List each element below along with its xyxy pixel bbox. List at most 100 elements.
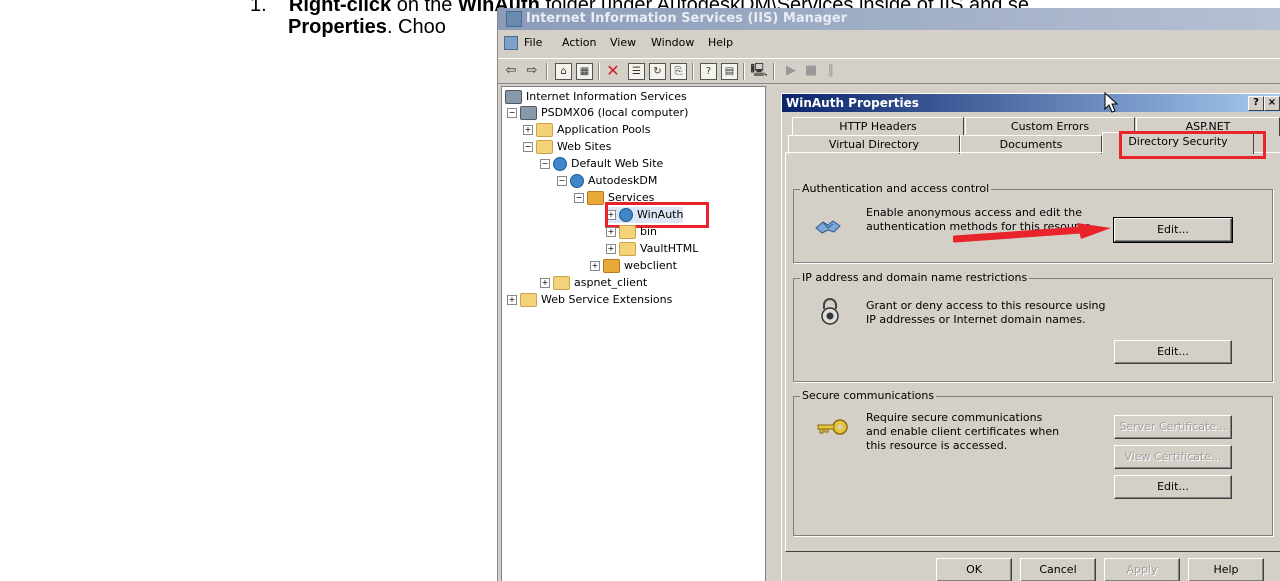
auth-edit-button[interactable]: Edit... xyxy=(1113,217,1233,243)
folder-icon xyxy=(553,276,570,290)
up-folder-icon[interactable]: ⌂ xyxy=(555,63,572,80)
directory-security-highlight-box xyxy=(1119,131,1266,159)
refresh-icon[interactable]: ↻ xyxy=(649,63,666,80)
toolbar-separator xyxy=(598,63,600,80)
toolbar: ⇦ ⇨ ⌂ ▦ ✕ ☰ ↻ ⎘ ? ▤ 🖳 ▶ ■ ∥ xyxy=(498,58,1280,84)
collapse-icon[interactable]: − xyxy=(557,176,567,186)
red-arrow-icon xyxy=(953,223,1111,243)
tree-item-label: Web Sites xyxy=(557,140,612,153)
help-icon[interactable]: ? xyxy=(700,63,717,80)
pause-icon[interactable]: ∥ xyxy=(822,62,840,80)
collapse-icon[interactable]: − xyxy=(523,142,533,152)
forward-arrow-icon[interactable]: ⇨ xyxy=(523,62,541,80)
instruction-text: on the xyxy=(391,0,458,16)
collapse-icon[interactable]: − xyxy=(574,193,584,203)
iis-manager-window: Internet Information Services (IIS) Mana… xyxy=(497,8,1280,581)
menu-help[interactable]: Help xyxy=(708,36,733,49)
tree-item-label: webclient xyxy=(624,259,677,272)
tree-item[interactable]: + VaultHTML xyxy=(606,241,698,257)
expand-icon[interactable]: + xyxy=(507,295,517,305)
menu-action[interactable]: Action xyxy=(562,36,596,49)
tree-item[interactable]: + aspnet_client xyxy=(540,275,647,291)
tree-item[interactable]: Internet Information Services xyxy=(505,89,687,105)
expand-icon[interactable]: + xyxy=(606,227,616,237)
window-title: Internet Information Services (IIS) Mana… xyxy=(526,11,848,26)
globe-icon xyxy=(553,157,567,171)
instruction-line-2: Properties. Choo xyxy=(288,16,446,39)
expand-icon[interactable]: + xyxy=(540,278,550,288)
collapse-icon[interactable]: − xyxy=(540,159,550,169)
tree-item[interactable]: + webclient xyxy=(590,258,677,274)
ip-group: IP address and domain name restrictions … xyxy=(793,271,1273,382)
close-button[interactable]: × xyxy=(1264,96,1280,111)
help-dialog-button[interactable]: Help xyxy=(1188,558,1264,581)
dialog-titlebar: WinAuth Properties ? × xyxy=(782,94,1280,112)
folder-icon xyxy=(536,123,553,137)
tree-item-label: Application Pools xyxy=(557,123,651,136)
menu-window[interactable]: Window xyxy=(651,36,694,49)
tree-item-label: Web Service Extensions xyxy=(541,293,673,306)
instruction-bold-right-click: Right-click xyxy=(288,0,392,16)
folder-icon xyxy=(619,242,636,256)
play-icon[interactable]: ▶ xyxy=(782,62,800,80)
tree-item[interactable]: − AutodeskDM xyxy=(557,173,657,189)
expand-icon[interactable]: + xyxy=(523,125,533,135)
ok-button[interactable]: OK xyxy=(936,558,1012,581)
instruction-text-line2: . Choo xyxy=(386,16,446,38)
toolbar-separator xyxy=(692,63,694,80)
collapse-icon[interactable]: − xyxy=(507,108,517,118)
folder-icon xyxy=(619,225,636,239)
tree-item-label: bin xyxy=(640,225,658,238)
step-number: 1. xyxy=(250,0,267,16)
pane-splitter[interactable] xyxy=(768,86,772,581)
tree-item[interactable]: + Application Pools xyxy=(523,122,650,138)
package-icon xyxy=(587,191,604,205)
iis-icon xyxy=(506,11,522,27)
console-icon[interactable]: ▤ xyxy=(721,63,738,80)
tree-item-label: aspnet_client xyxy=(574,276,648,289)
secure-group: Secure communications Require secure com… xyxy=(793,389,1273,536)
stop-icon[interactable]: ■ xyxy=(802,62,820,80)
tree-item[interactable]: − Web Sites xyxy=(523,139,611,155)
folder-icon xyxy=(536,140,553,154)
tree-item-label: AutodeskDM xyxy=(588,174,658,187)
computer-icon[interactable]: 🖳 xyxy=(750,62,768,80)
toolbar-separator xyxy=(773,63,775,80)
properties-icon[interactable]: ☰ xyxy=(628,63,645,80)
mouse-cursor-icon xyxy=(1104,92,1119,113)
tab-http-headers[interactable]: HTTP Headers xyxy=(792,117,964,136)
show-tree-icon[interactable]: ▦ xyxy=(576,63,593,80)
toolbar-separator xyxy=(546,63,548,80)
iis-menu-icon xyxy=(504,36,518,50)
tree-item-label: Internet Information Services xyxy=(526,90,687,103)
expand-icon[interactable]: + xyxy=(606,244,616,254)
package-icon xyxy=(603,259,620,273)
handshake-icon xyxy=(815,220,841,234)
export-list-icon[interactable]: ⎘ xyxy=(670,63,687,80)
toolbar-separator xyxy=(743,63,745,80)
dialog-title: WinAuth Properties xyxy=(786,96,919,110)
apply-button[interactable]: Apply xyxy=(1104,558,1180,581)
tree-item-label: PSDMX06 (local computer) xyxy=(541,106,689,119)
delete-icon[interactable]: ✕ xyxy=(604,62,622,80)
ip-description: Grant or deny access to this resource us… xyxy=(866,299,1106,326)
server-certificate-button[interactable]: Server Certificate... xyxy=(1114,415,1232,439)
tree-item[interactable]: − PSDMX06 (local computer) xyxy=(507,105,688,121)
secure-edit-button[interactable]: Edit... xyxy=(1114,475,1232,499)
secure-description: Require secure communications and enable… xyxy=(866,411,1060,452)
tree-item[interactable]: + Web Service Extensions xyxy=(507,292,672,308)
back-arrow-icon[interactable]: ⇦ xyxy=(502,62,520,80)
instruction-bold-properties: Properties xyxy=(288,16,387,38)
help-button[interactable]: ? xyxy=(1248,96,1264,111)
menu-view[interactable]: View xyxy=(610,36,636,49)
tree-item[interactable]: − Default Web Site xyxy=(540,156,663,172)
expand-icon[interactable]: + xyxy=(590,261,600,271)
tree-item-label: VaultHTML xyxy=(640,242,699,255)
menu-file[interactable]: File xyxy=(524,36,542,49)
cancel-button[interactable]: Cancel xyxy=(1020,558,1096,581)
directory-security-pane: Authentication and access control Enable… xyxy=(785,152,1280,552)
view-certificate-button[interactable]: View Certificate... xyxy=(1114,445,1232,469)
tree-view: Internet Information Services − PSDMX06 (… xyxy=(501,86,766,581)
tree-item[interactable]: + bin xyxy=(606,224,657,240)
ip-edit-button[interactable]: Edit... xyxy=(1114,340,1232,364)
